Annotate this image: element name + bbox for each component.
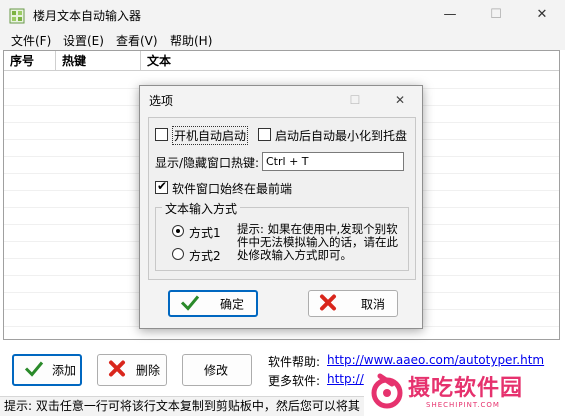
column-header-text[interactable]: 文本	[141, 51, 559, 71]
ok-button[interactable]: 确定	[168, 290, 258, 317]
input-mode-title: 文本输入方式	[162, 200, 241, 217]
dialog-close-button[interactable]: ✕	[383, 86, 417, 114]
checkbox-box	[155, 128, 168, 141]
cancel-button[interactable]: 取消	[308, 290, 398, 317]
menu-file[interactable]: 文件(F)	[11, 32, 51, 49]
minimize-to-tray-checkbox[interactable]: 启动后自动最小化到托盘	[258, 127, 413, 143]
list-header: 序号 热键 文本	[4, 51, 559, 71]
menu-help[interactable]: 帮助(H)	[170, 32, 212, 49]
startup-checkbox[interactable]: 开机自动启动	[155, 126, 255, 145]
more-software-link[interactable]: http://	[327, 372, 364, 386]
hotkey-input[interactable]: Ctrl + T	[262, 152, 404, 171]
delete-button[interactable]: 删除	[97, 354, 167, 386]
software-help-label: 软件帮助:	[268, 355, 321, 369]
column-header-index[interactable]: 序号	[4, 51, 56, 71]
radio-circle	[172, 248, 184, 260]
check-icon	[180, 294, 200, 313]
menu-bar: 文件(F) 设置(E) 查看(V) 帮助(H)	[0, 30, 565, 50]
column-header-hotkey[interactable]: 热键	[56, 51, 141, 71]
watermark: 摄吃软件园 SHECHIPINT.COM	[364, 368, 565, 416]
minimize-button[interactable]: —	[427, 0, 473, 30]
checkbox-box: ✔	[155, 179, 168, 194]
menu-settings[interactable]: 设置(E)	[63, 32, 104, 49]
dialog-maximize-button[interactable]: ☐	[338, 86, 372, 114]
watermark-subtext: SHECHIPINT.COM	[426, 401, 500, 409]
watermark-text: 摄吃软件园	[408, 376, 524, 401]
edit-button[interactable]: 修改	[182, 354, 252, 386]
maximize-button[interactable]: ☐	[473, 0, 519, 30]
more-software-label: 更多软件:	[268, 374, 321, 388]
check-icon	[24, 361, 44, 380]
radio-circle	[172, 225, 184, 237]
input-mode-hint: 提示: 如果在使用中,发现个别软件中无法模拟输入的话，请在此处修改输入方式即可。	[237, 222, 398, 262]
x-icon	[319, 293, 337, 314]
watermark-logo-icon	[370, 372, 404, 413]
hotkey-label: 显示/隐藏窗口热键:	[155, 156, 260, 170]
checkbox-box	[258, 128, 271, 141]
window-title: 楼月文本自动输入器	[33, 9, 142, 23]
options-panel: 开机自动启动 启动后自动最小化到托盘 显示/隐藏窗口热键: Ctrl + T ✔…	[148, 117, 416, 280]
app-icon	[9, 8, 25, 24]
menu-view[interactable]: 查看(V)	[116, 32, 158, 49]
always-on-top-checkbox[interactable]: ✔ 软件窗口始终在最前端	[155, 179, 335, 196]
input-mode-group: 文本输入方式 方式1 方式2 提示: 如果在使用中,发现个别软件中无法模拟输入的…	[155, 200, 409, 271]
add-button[interactable]: 添加	[12, 354, 82, 386]
dialog-title: 选项	[149, 94, 174, 108]
close-button[interactable]: ✕	[519, 0, 565, 30]
options-dialog: 选项 ☐ ✕ 开机自动启动 启动后自动最小化到托盘 显示/隐藏窗口热键: Ctr…	[139, 85, 423, 329]
x-icon	[108, 360, 126, 381]
software-help-link[interactable]: http://www.aaeo.com/autotyper.htm	[327, 353, 544, 367]
title-bar: 楼月文本自动输入器 — ☐ ✕	[0, 0, 565, 30]
